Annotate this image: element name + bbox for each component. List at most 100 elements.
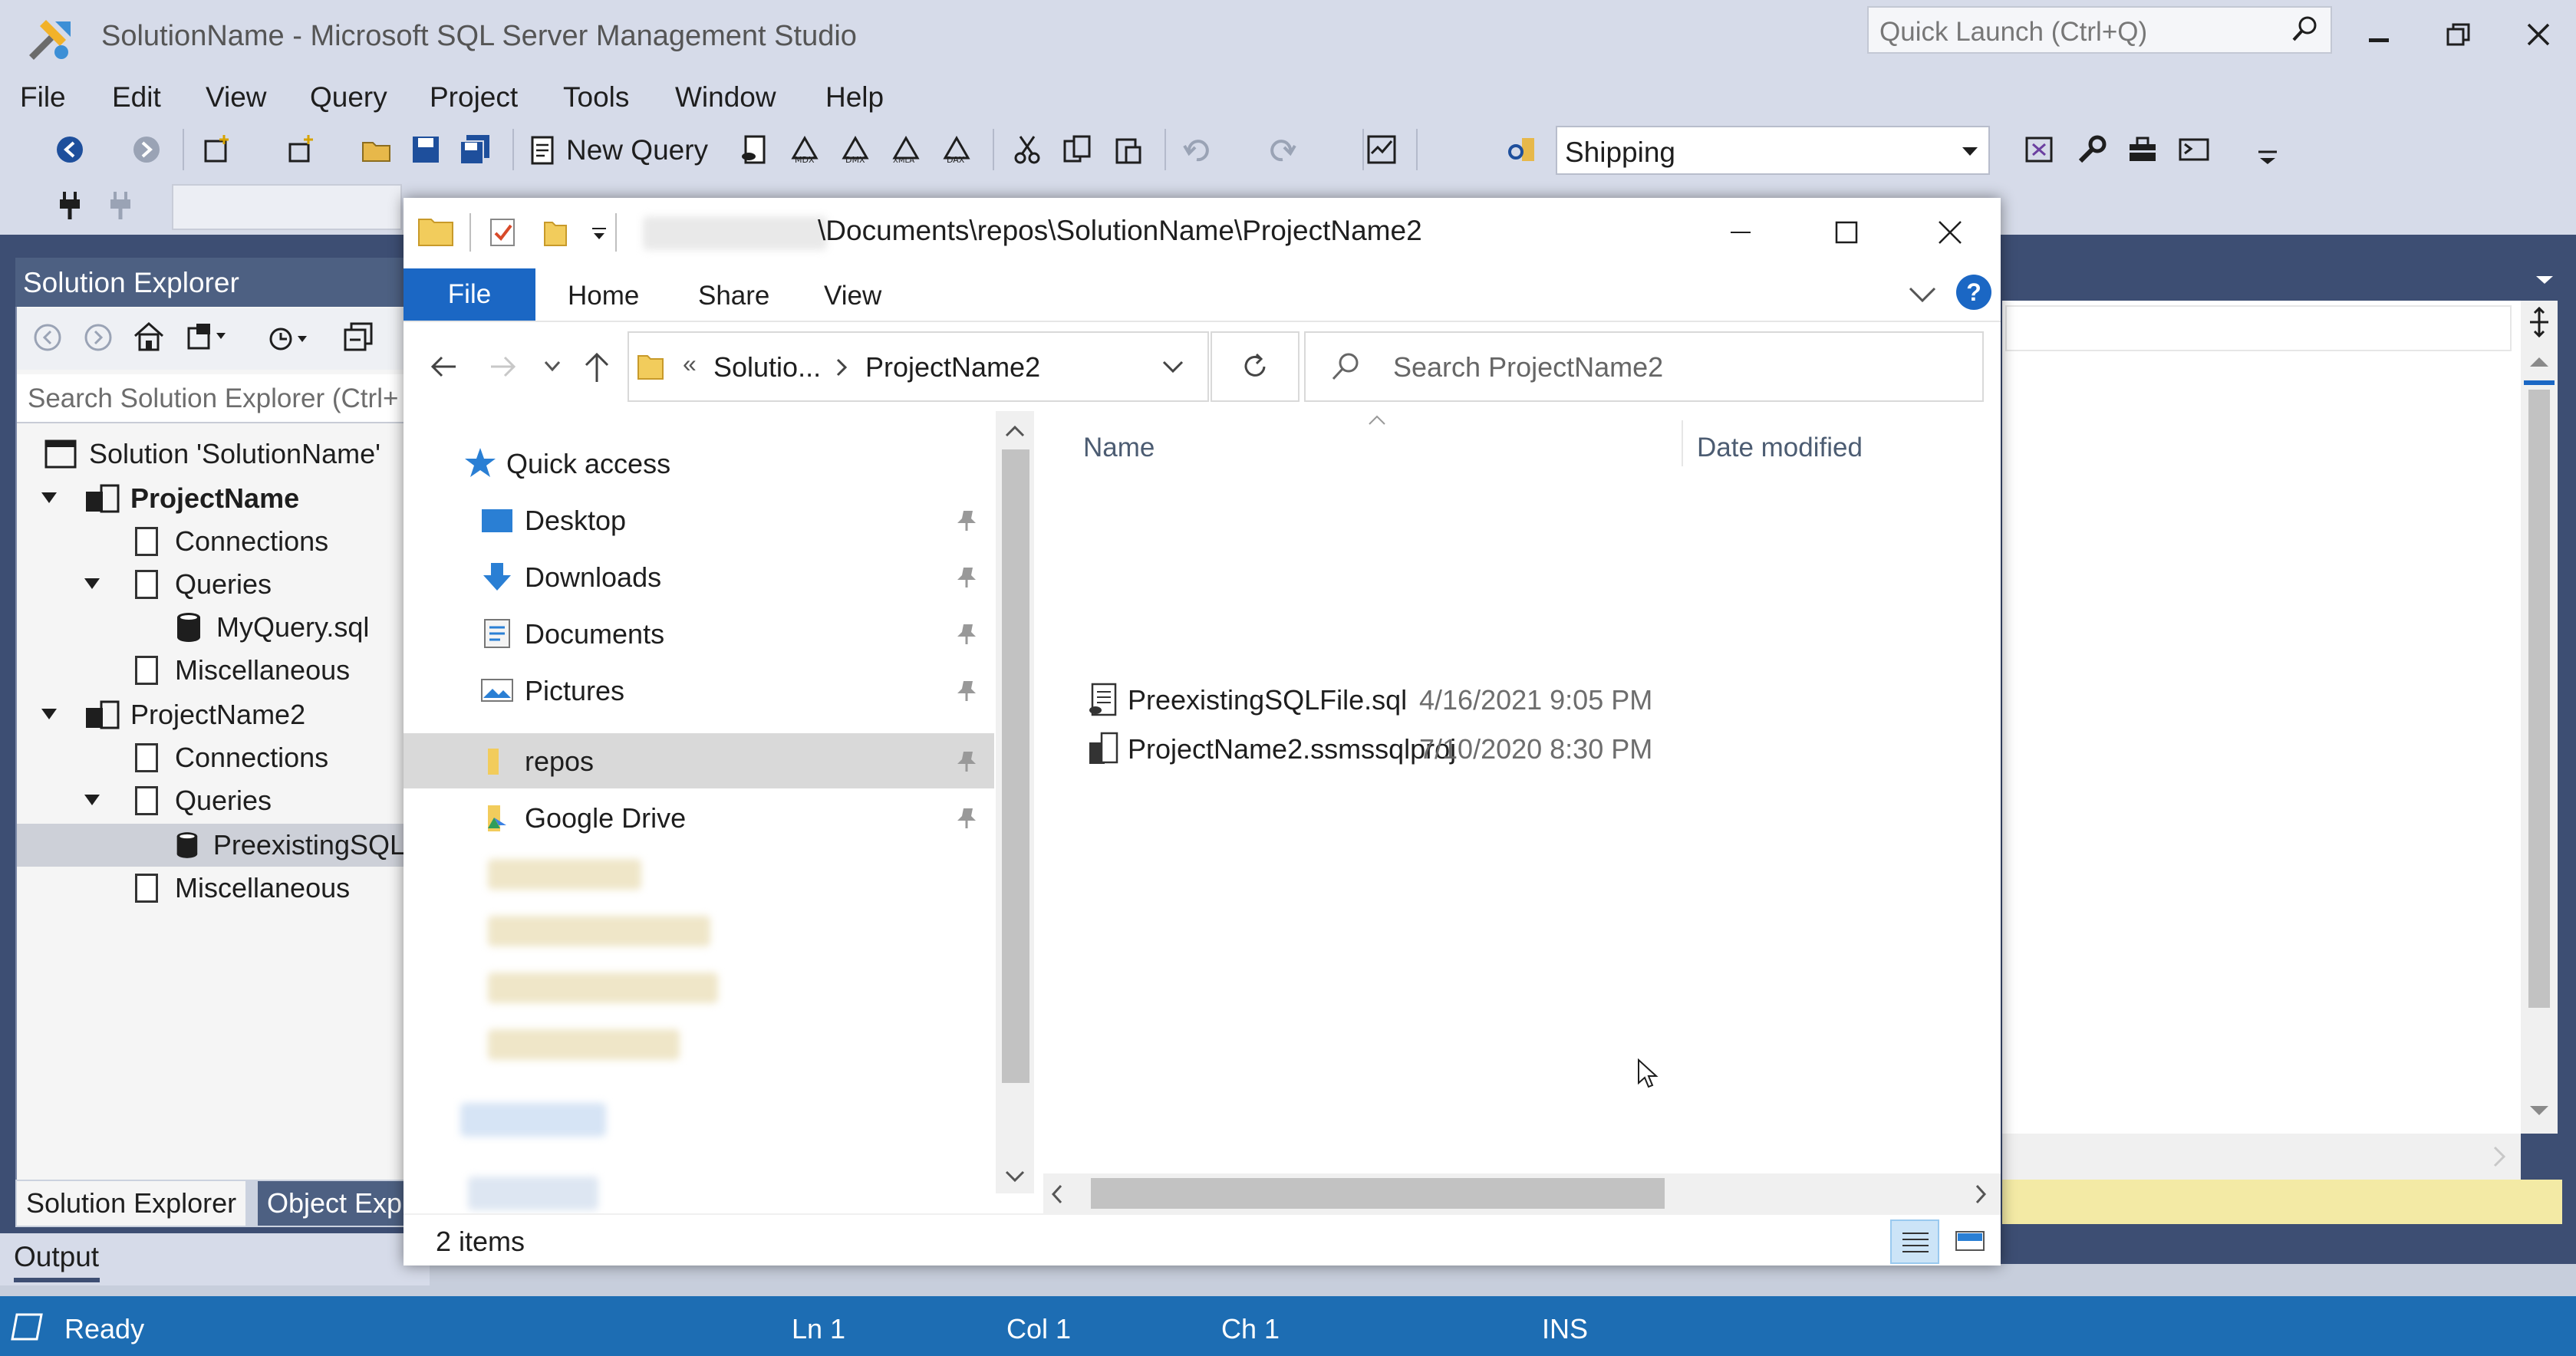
file-row[interactable]: PreexistingSQLFile.sql 4/16/2021 9:05 PM	[1088, 675, 1985, 724]
forward-arrow-icon[interactable]	[488, 351, 519, 382]
details-view-button[interactable]	[1890, 1219, 1939, 1264]
expand-arrow-icon[interactable]	[84, 795, 100, 805]
cut-icon[interactable]	[1011, 133, 1043, 166]
large-icons-view-button[interactable]	[1945, 1219, 1995, 1264]
tree-project-projectname2[interactable]: ProjectName2	[84, 693, 305, 736]
properties-check-icon[interactable]	[488, 216, 519, 248]
nav-item-google-drive[interactable]: Google Drive	[404, 790, 994, 845]
pin-icon[interactable]	[956, 807, 977, 830]
expand-arrow-icon[interactable]	[41, 709, 57, 719]
column-header-date-modified[interactable]: Date modified	[1697, 433, 1863, 463]
command-window-icon[interactable]	[2179, 133, 2211, 166]
ribbon-tab-file[interactable]: File	[404, 268, 535, 321]
editor-vertical-scrollbar[interactable]	[2521, 301, 2558, 1134]
recent-locations-icon[interactable]	[543, 359, 562, 374]
nav-scroll-thumb[interactable]	[1002, 449, 1029, 1083]
menu-tools[interactable]: Tools	[563, 81, 629, 114]
new-folder-icon[interactable]	[542, 216, 569, 248]
ribbon-tab-share[interactable]: Share	[698, 281, 769, 311]
scroll-up-icon[interactable]	[2528, 354, 2550, 370]
breadcrumb-projectname2[interactable]: ProjectName2	[865, 351, 1040, 383]
menu-project[interactable]: Project	[430, 81, 518, 114]
solution-explorer-search-input[interactable]: Search Solution Explorer (Ctrl+	[17, 374, 419, 423]
explorer-search-input[interactable]: Search ProjectName2	[1304, 331, 1984, 402]
dax-query-icon[interactable]: DAX	[940, 133, 973, 166]
tree-queries[interactable]: Queries	[135, 563, 272, 606]
menu-help[interactable]: Help	[825, 81, 884, 114]
menu-view[interactable]: View	[206, 81, 267, 114]
restore-button[interactable]	[2424, 8, 2493, 61]
pin-icon[interactable]	[956, 509, 977, 532]
scroll-up-icon[interactable]	[1003, 423, 1026, 439]
expand-ribbon-icon[interactable]	[1907, 282, 1938, 305]
column-header-name[interactable]: Name	[1083, 433, 1155, 463]
breadcrumb-solution[interactable]: Solutio...	[713, 351, 821, 383]
tree-project-projectname[interactable]: ProjectName	[84, 477, 299, 520]
help-button[interactable]: ?	[1956, 275, 1991, 310]
forward-nav-icon[interactable]	[130, 133, 163, 166]
editor-horizontal-scrollbar[interactable]	[2002, 1134, 2521, 1180]
new-project-icon[interactable]	[201, 133, 233, 166]
scroll-right-icon[interactable]	[2492, 1146, 2505, 1167]
tree-solution[interactable]: Solution 'SolutionName'	[43, 433, 380, 476]
add-item-icon[interactable]	[285, 133, 318, 166]
explorer-maximize-button[interactable]	[1794, 198, 1899, 267]
address-overflow[interactable]: «	[683, 350, 697, 378]
save-icon[interactable]	[410, 133, 442, 166]
activity-monitor-icon[interactable]	[1365, 133, 1398, 166]
redo-icon[interactable]	[1266, 133, 1298, 166]
output-tab[interactable]: Output	[0, 1233, 430, 1285]
nav-item-documents[interactable]: Documents	[404, 606, 994, 661]
pending-changes-filter-icon[interactable]	[265, 321, 319, 353]
quick-launch-input[interactable]: Quick Launch (Ctrl+Q)	[1867, 6, 2332, 54]
available-databases-select[interactable]: Shipping	[1556, 126, 1990, 175]
tree-file-myquery[interactable]: MyQuery.sql	[175, 606, 369, 649]
address-dropdown-icon[interactable]	[1161, 359, 1184, 376]
column-divider[interactable]	[1682, 420, 1683, 466]
nav-item-downloads[interactable]: Downloads	[404, 549, 994, 604]
ribbon-tab-home[interactable]: Home	[568, 281, 639, 311]
tab-solution-explorer[interactable]: Solution Explorer	[17, 1181, 246, 1226]
refresh-button[interactable]	[1211, 331, 1300, 402]
nav-item-repos[interactable]: repos	[404, 733, 994, 788]
scroll-right-icon[interactable]	[1973, 1183, 1988, 1206]
query-database-combo[interactable]	[172, 184, 402, 230]
undo-icon[interactable]	[1181, 133, 1214, 166]
minimize-button[interactable]	[2344, 8, 2413, 61]
dmx-query-icon[interactable]: DMX	[839, 133, 871, 166]
query-editor[interactable]	[2002, 301, 2521, 1134]
explorer-close-button[interactable]	[1899, 198, 2001, 267]
open-folder-icon[interactable]	[361, 133, 393, 166]
scroll-thumb[interactable]	[2528, 390, 2550, 1008]
back-nav-icon[interactable]	[54, 133, 86, 166]
tree-miscellaneous[interactable]: Miscellaneous	[135, 649, 350, 692]
back-icon[interactable]	[32, 322, 63, 353]
split-icon[interactable]	[2527, 307, 2551, 337]
tree-connections[interactable]: Connections	[135, 520, 328, 563]
tree-connections[interactable]: Connections	[135, 736, 328, 779]
breadcrumb-chevron-icon[interactable]	[835, 357, 850, 377]
menu-query[interactable]: Query	[310, 81, 387, 114]
new-query-button[interactable]: New Query	[526, 129, 708, 172]
nav-item-desktop[interactable]: Desktop	[404, 492, 994, 548]
expand-arrow-icon[interactable]	[84, 578, 100, 589]
qat-dropdown-icon[interactable]	[591, 227, 608, 242]
pin-icon[interactable]	[956, 750, 977, 773]
switch-views-icon[interactable]	[186, 321, 229, 353]
scroll-left-icon[interactable]	[1049, 1183, 1065, 1206]
close-button[interactable]	[2504, 8, 2573, 61]
address-bar[interactable]: « Solutio... ProjectName2	[628, 331, 1209, 402]
db-engine-query-icon[interactable]	[738, 133, 770, 166]
forward-icon[interactable]	[83, 322, 114, 353]
file-row[interactable]: ProjectName2.ssmssqlproj 7/10/2020 8:30 …	[1088, 724, 1985, 773]
menu-edit[interactable]: Edit	[112, 81, 161, 114]
mdx-query-icon[interactable]: MDX	[789, 133, 821, 166]
menu-window[interactable]: Window	[675, 81, 776, 114]
tree-queries[interactable]: Queries	[135, 779, 272, 822]
nav-quick-access[interactable]: Quick access	[404, 436, 994, 491]
back-arrow-icon[interactable]	[428, 351, 459, 382]
toolbox-icon[interactable]	[2126, 133, 2159, 166]
tab-dropdown-icon[interactable]	[2533, 272, 2556, 287]
pin-icon[interactable]	[956, 566, 977, 589]
solution-icon[interactable]	[2024, 133, 2056, 166]
